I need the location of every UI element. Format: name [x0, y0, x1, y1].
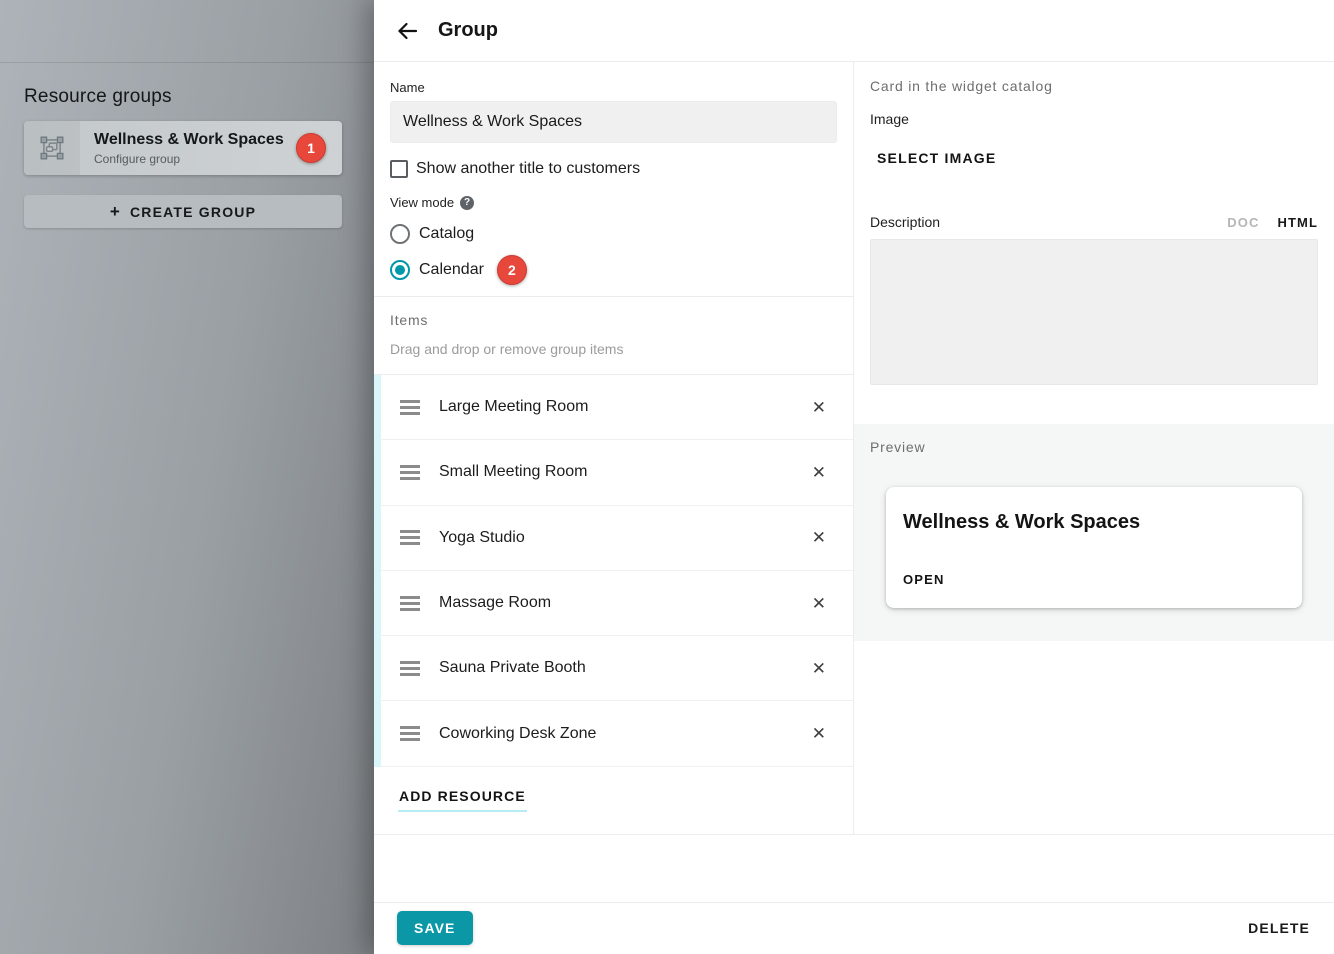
preview-section: Preview Wellness & Work Spaces OPEN: [854, 424, 1334, 641]
back-button[interactable]: [393, 17, 421, 45]
group-item-row[interactable]: Yoga Studio ✕: [374, 506, 853, 571]
group-item-row[interactable]: Coworking Desk Zone ✕: [374, 701, 853, 766]
group-items-list: Large Meeting Room ✕ Small Meeting Room …: [374, 374, 853, 767]
remove-item-icon[interactable]: ✕: [810, 397, 828, 418]
group-item-row[interactable]: Sauna Private Booth ✕: [374, 636, 853, 701]
items-header: Items: [390, 312, 837, 328]
select-image-button[interactable]: SELECT IMAGE: [870, 150, 996, 166]
remove-item-icon[interactable]: ✕: [810, 593, 828, 614]
create-group-label: CREATE GROUP: [130, 204, 256, 220]
view-mode-row: View mode ?: [390, 195, 837, 210]
items-hint: Drag and drop or remove group items: [390, 341, 837, 357]
item-label: Small Meeting Room: [439, 463, 588, 481]
group-item-row[interactable]: Small Meeting Room ✕: [374, 440, 853, 505]
create-group-button[interactable]: + CREATE GROUP: [24, 195, 342, 228]
widget-catalog-section: Card in the widget catalog Image SELECT …: [854, 62, 1334, 390]
modal-title: Group: [438, 19, 498, 42]
group-item-row[interactable]: Massage Room ✕: [374, 571, 853, 636]
help-icon[interactable]: ?: [460, 196, 474, 210]
group-card-title: Wellness & Work Spaces: [94, 131, 284, 149]
resource-groups-panel: Resource groups Wellness & Work Spaces C…: [24, 86, 342, 228]
description-mode-tabs: DOC HTML: [1227, 215, 1318, 230]
calendar-radio-label: Calendar: [419, 261, 484, 279]
drag-handle-icon[interactable]: [400, 530, 420, 545]
arrow-back-icon: [395, 19, 419, 43]
image-label: Image: [870, 111, 1318, 127]
resource-group-card[interactable]: Wellness & Work Spaces Configure group 1: [24, 121, 342, 175]
item-label: Massage Room: [439, 594, 551, 612]
radio-selected-icon[interactable]: [390, 260, 410, 280]
preview-open-button[interactable]: OPEN: [903, 572, 945, 587]
group-card-subtitle: Configure group: [94, 152, 284, 166]
annotation-badge-2: 2: [497, 255, 527, 285]
drag-handle-icon[interactable]: [400, 661, 420, 676]
item-label: Large Meeting Room: [439, 398, 588, 416]
group-name-input[interactable]: [390, 101, 837, 143]
show-another-title-checkbox-row[interactable]: Show another title to customers: [390, 160, 837, 178]
view-mode-option-catalog[interactable]: Catalog: [390, 222, 837, 246]
dimmed-backdrop: Resource groups Wellness & Work Spaces C…: [0, 0, 374, 954]
preview-card-title: Wellness & Work Spaces: [903, 508, 1285, 536]
resource-groups-title: Resource groups: [24, 86, 342, 108]
widget-catalog-column: Card in the widget catalog Image SELECT …: [854, 62, 1334, 834]
group-icon: [24, 121, 80, 175]
add-resource-row: ADD RESOURCE: [374, 767, 853, 834]
group-card-text: Wellness & Work Spaces Configure group: [94, 131, 284, 166]
view-mode-label: View mode: [390, 195, 454, 210]
drag-handle-icon[interactable]: [400, 726, 420, 741]
modal-footer: SAVE DELETE: [374, 902, 1334, 954]
remove-item-icon[interactable]: ✕: [810, 658, 828, 679]
drag-handle-icon[interactable]: [400, 596, 420, 611]
remove-item-icon[interactable]: ✕: [810, 723, 828, 744]
group-form: Name Show another title to customers Vie…: [374, 62, 853, 296]
modal-header: Group: [374, 0, 1334, 62]
add-resource-button[interactable]: ADD RESOURCE: [398, 788, 527, 812]
show-another-title-label: Show another title to customers: [416, 160, 640, 178]
remove-item-icon[interactable]: ✕: [810, 527, 828, 548]
save-button[interactable]: SAVE: [397, 911, 473, 945]
checkbox-unchecked-icon[interactable]: [390, 160, 408, 178]
tab-html[interactable]: HTML: [1278, 215, 1319, 230]
plus-icon: +: [110, 203, 121, 220]
radio-unselected-icon[interactable]: [390, 224, 410, 244]
item-label: Sauna Private Booth: [439, 659, 586, 677]
drag-handle-icon[interactable]: [400, 400, 420, 415]
catalog-radio-label: Catalog: [419, 225, 474, 243]
remove-item-icon[interactable]: ✕: [810, 462, 828, 483]
name-label: Name: [390, 80, 837, 95]
view-mode-option-calendar[interactable]: Calendar 2: [390, 258, 837, 282]
description-label: Description: [870, 214, 940, 230]
description-textarea[interactable]: [870, 239, 1318, 385]
tab-doc[interactable]: DOC: [1227, 215, 1259, 230]
group-item-row[interactable]: Large Meeting Room ✕: [374, 375, 853, 440]
modal-body: Name Show another title to customers Vie…: [374, 62, 1334, 835]
item-label: Yoga Studio: [439, 529, 525, 547]
group-edit-modal: Group Name Show another title to custome…: [374, 0, 1334, 954]
item-label: Coworking Desk Zone: [439, 725, 596, 743]
description-row: Description DOC HTML: [870, 214, 1318, 230]
group-settings-column: Name Show another title to customers Vie…: [374, 62, 854, 834]
items-section-header: Items Drag and drop or remove group item…: [374, 296, 853, 374]
preview-header: Preview: [870, 439, 1318, 455]
widget-catalog-header: Card in the widget catalog: [870, 78, 1318, 94]
modal-footer-spacer: [374, 835, 1334, 902]
backdrop-header-divider: [0, 62, 374, 63]
preview-card: Wellness & Work Spaces OPEN: [886, 487, 1302, 608]
annotation-badge-1: 1: [296, 133, 326, 163]
drag-handle-icon[interactable]: [400, 465, 420, 480]
delete-button[interactable]: DELETE: [1248, 920, 1310, 936]
